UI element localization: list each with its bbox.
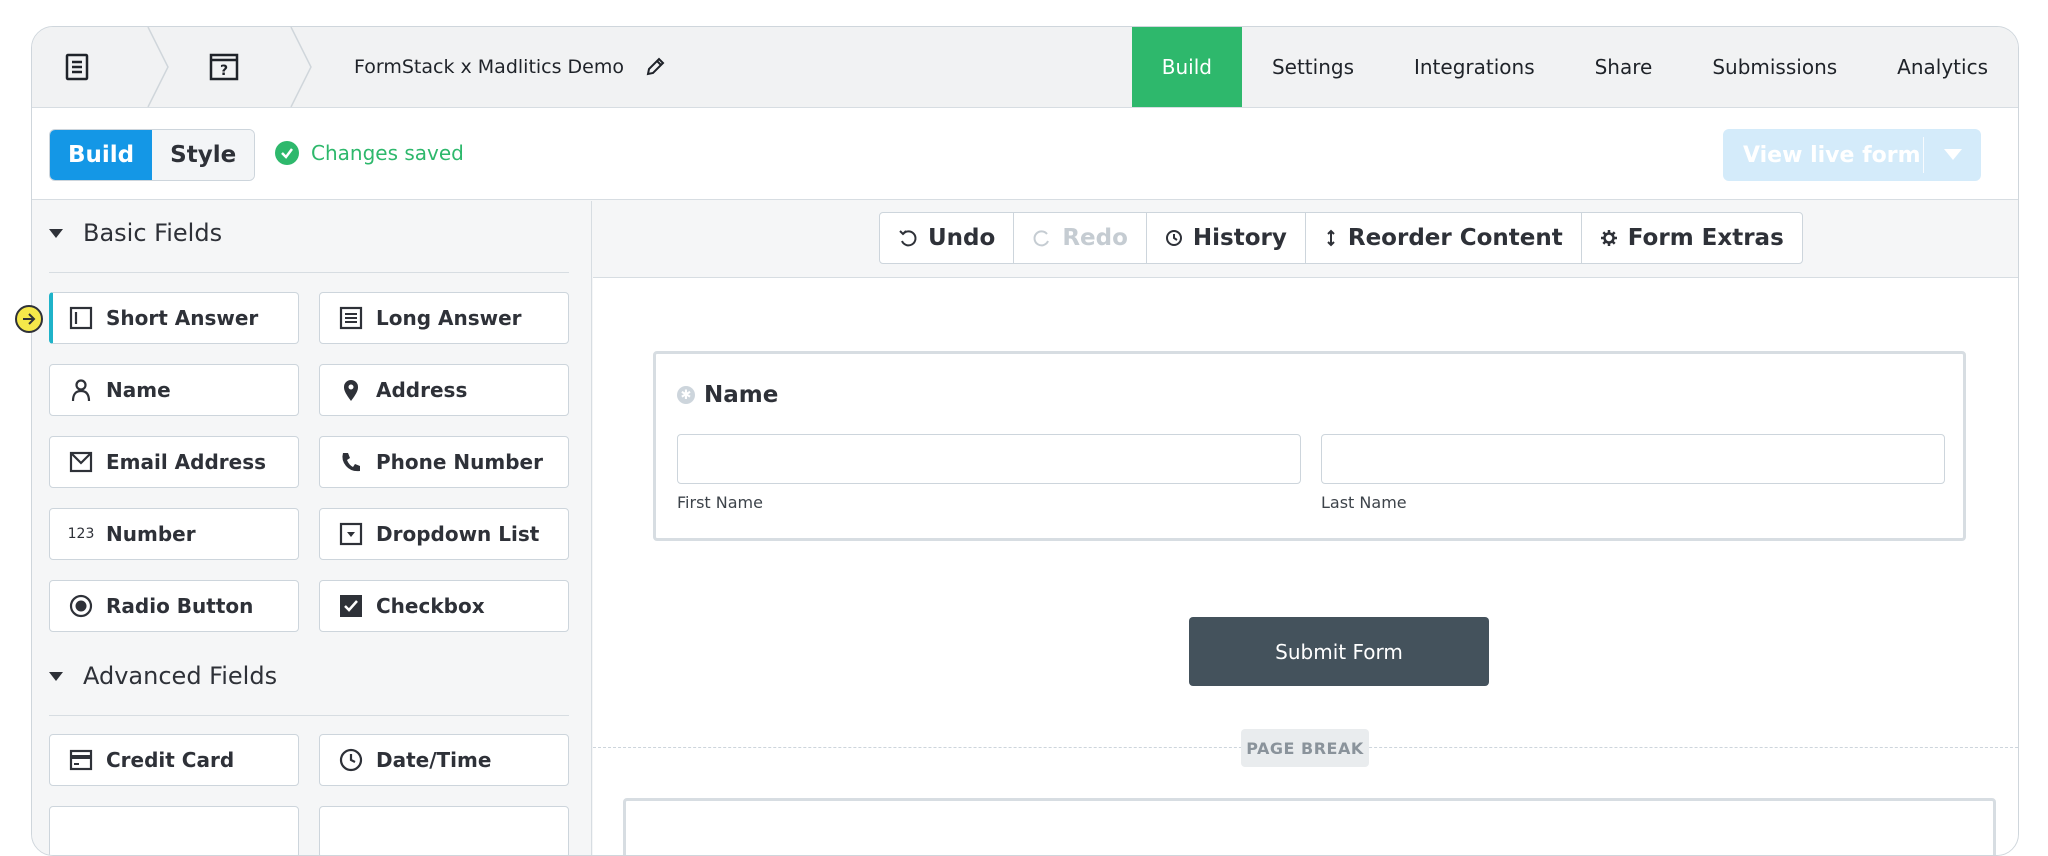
person-icon xyxy=(68,377,94,403)
form-title[interactable]: FormStack x Madlitics Demo xyxy=(354,27,666,107)
advanced-fields-title: Advanced Fields xyxy=(83,662,278,690)
radio-icon xyxy=(68,593,94,619)
mode-bar: Build Style Changes saved View live form xyxy=(32,108,2018,200)
field-checkbox[interactable]: Checkbox xyxy=(319,580,569,632)
envelope-icon xyxy=(68,449,94,475)
svg-text:?: ? xyxy=(220,63,228,79)
tab-settings[interactable]: Settings xyxy=(1242,27,1384,107)
document-icon[interactable] xyxy=(32,27,122,107)
help-page-icon[interactable]: ? xyxy=(172,27,276,107)
field-partial-next[interactable] xyxy=(319,806,569,855)
gear-icon xyxy=(1600,229,1618,247)
caret-down-icon xyxy=(49,228,63,238)
required-asterisk-icon: ✱ xyxy=(677,386,695,404)
short-answer-icon xyxy=(68,305,94,331)
pencil-icon[interactable] xyxy=(644,56,666,78)
tab-submissions[interactable]: Submissions xyxy=(1682,27,1867,107)
form-title-text: FormStack x Madlitics Demo xyxy=(354,56,625,78)
name-field-card[interactable]: ✱ Name First Name Last Name xyxy=(653,351,1966,541)
caret-down-icon[interactable] xyxy=(1924,149,1981,161)
view-live-form-button[interactable]: View live form xyxy=(1723,129,1981,181)
phone-icon xyxy=(338,449,364,475)
submit-form-button[interactable]: Submit Form xyxy=(1189,617,1489,686)
credit-card-icon xyxy=(68,747,94,773)
field-partial-next[interactable] xyxy=(49,806,299,855)
clock-icon xyxy=(338,747,364,773)
breadcrumb-separator xyxy=(147,27,169,107)
basic-fields-header[interactable]: Basic Fields xyxy=(49,219,222,247)
reorder-content-button[interactable]: Reorder Content xyxy=(1306,213,1582,263)
first-name-input[interactable] xyxy=(677,434,1301,484)
field-number[interactable]: 123 Number xyxy=(49,508,299,560)
long-answer-icon xyxy=(338,305,364,331)
field-palette: Basic Fields Short Answer Long Answer Na… xyxy=(32,201,592,855)
history-button[interactable]: History xyxy=(1147,213,1306,263)
field-radio-button[interactable]: Radio Button xyxy=(49,580,299,632)
build-style-toggle: Build Style xyxy=(49,129,256,181)
view-live-form-label: View live form xyxy=(1743,142,1921,168)
tab-analytics[interactable]: Analytics xyxy=(1867,27,2018,107)
page-break-label[interactable]: PAGE BREAK xyxy=(1241,729,1369,767)
undo-button[interactable]: Undo xyxy=(880,213,1015,263)
save-status: Changes saved xyxy=(275,141,464,165)
field-credit-card[interactable]: Credit Card xyxy=(49,734,299,786)
redo-button[interactable]: Redo xyxy=(1014,213,1147,263)
tab-share[interactable]: Share xyxy=(1565,27,1683,107)
dropdown-icon xyxy=(338,521,364,547)
number-icon: 123 xyxy=(67,526,95,542)
next-field-card[interactable] xyxy=(623,798,1996,855)
check-circle-icon xyxy=(275,141,299,165)
first-name-sublabel: First Name xyxy=(677,493,763,512)
field-long-answer[interactable]: Long Answer xyxy=(319,292,569,344)
field-address[interactable]: Address xyxy=(319,364,569,416)
form-extras-button[interactable]: Form Extras xyxy=(1582,213,1802,263)
form-builder-app: ? FormStack x Madlitics Demo Build Setti… xyxy=(31,26,2019,856)
field-dropdown-list[interactable]: Dropdown List xyxy=(319,508,569,560)
advanced-fields-header[interactable]: Advanced Fields xyxy=(49,662,277,690)
main-tabs: Build Settings Integrations Share Submis… xyxy=(1131,27,2018,107)
checkbox-icon xyxy=(338,593,364,619)
tab-integrations[interactable]: Integrations xyxy=(1384,27,1565,107)
field-name[interactable]: Name xyxy=(49,364,299,416)
cursor-indicator-icon xyxy=(15,305,43,333)
style-mode-button[interactable]: Style xyxy=(152,130,255,180)
field-phone-number[interactable]: Phone Number xyxy=(319,436,569,488)
field-short-answer[interactable]: Short Answer xyxy=(49,292,299,344)
top-navigation-bar: ? FormStack x Madlitics Demo Build Setti… xyxy=(32,27,2018,108)
form-canvas: Undo Redo History Reorder Content Form E… xyxy=(593,201,2018,855)
build-mode-button[interactable]: Build xyxy=(50,130,153,180)
caret-down-icon xyxy=(49,671,63,681)
breadcrumb-separator xyxy=(290,27,312,107)
reorder-icon xyxy=(1324,228,1338,248)
editor-actions: Undo Redo History Reorder Content Form E… xyxy=(879,212,1803,264)
undo-icon xyxy=(898,228,918,248)
canvas-toolbar: Undo Redo History Reorder Content Form E… xyxy=(593,201,2018,278)
tab-build[interactable]: Build xyxy=(1131,27,1242,107)
field-date-time[interactable]: Date/Time xyxy=(319,734,569,786)
map-pin-icon xyxy=(338,377,364,403)
last-name-input[interactable] xyxy=(1321,434,1945,484)
redo-icon xyxy=(1032,228,1052,248)
field-email-address[interactable]: Email Address xyxy=(49,436,299,488)
save-status-text: Changes saved xyxy=(311,141,464,165)
last-name-sublabel: Last Name xyxy=(1321,493,1407,512)
basic-fields-title: Basic Fields xyxy=(83,219,223,247)
name-field-label: ✱ Name xyxy=(677,382,778,408)
history-icon xyxy=(1165,229,1183,247)
